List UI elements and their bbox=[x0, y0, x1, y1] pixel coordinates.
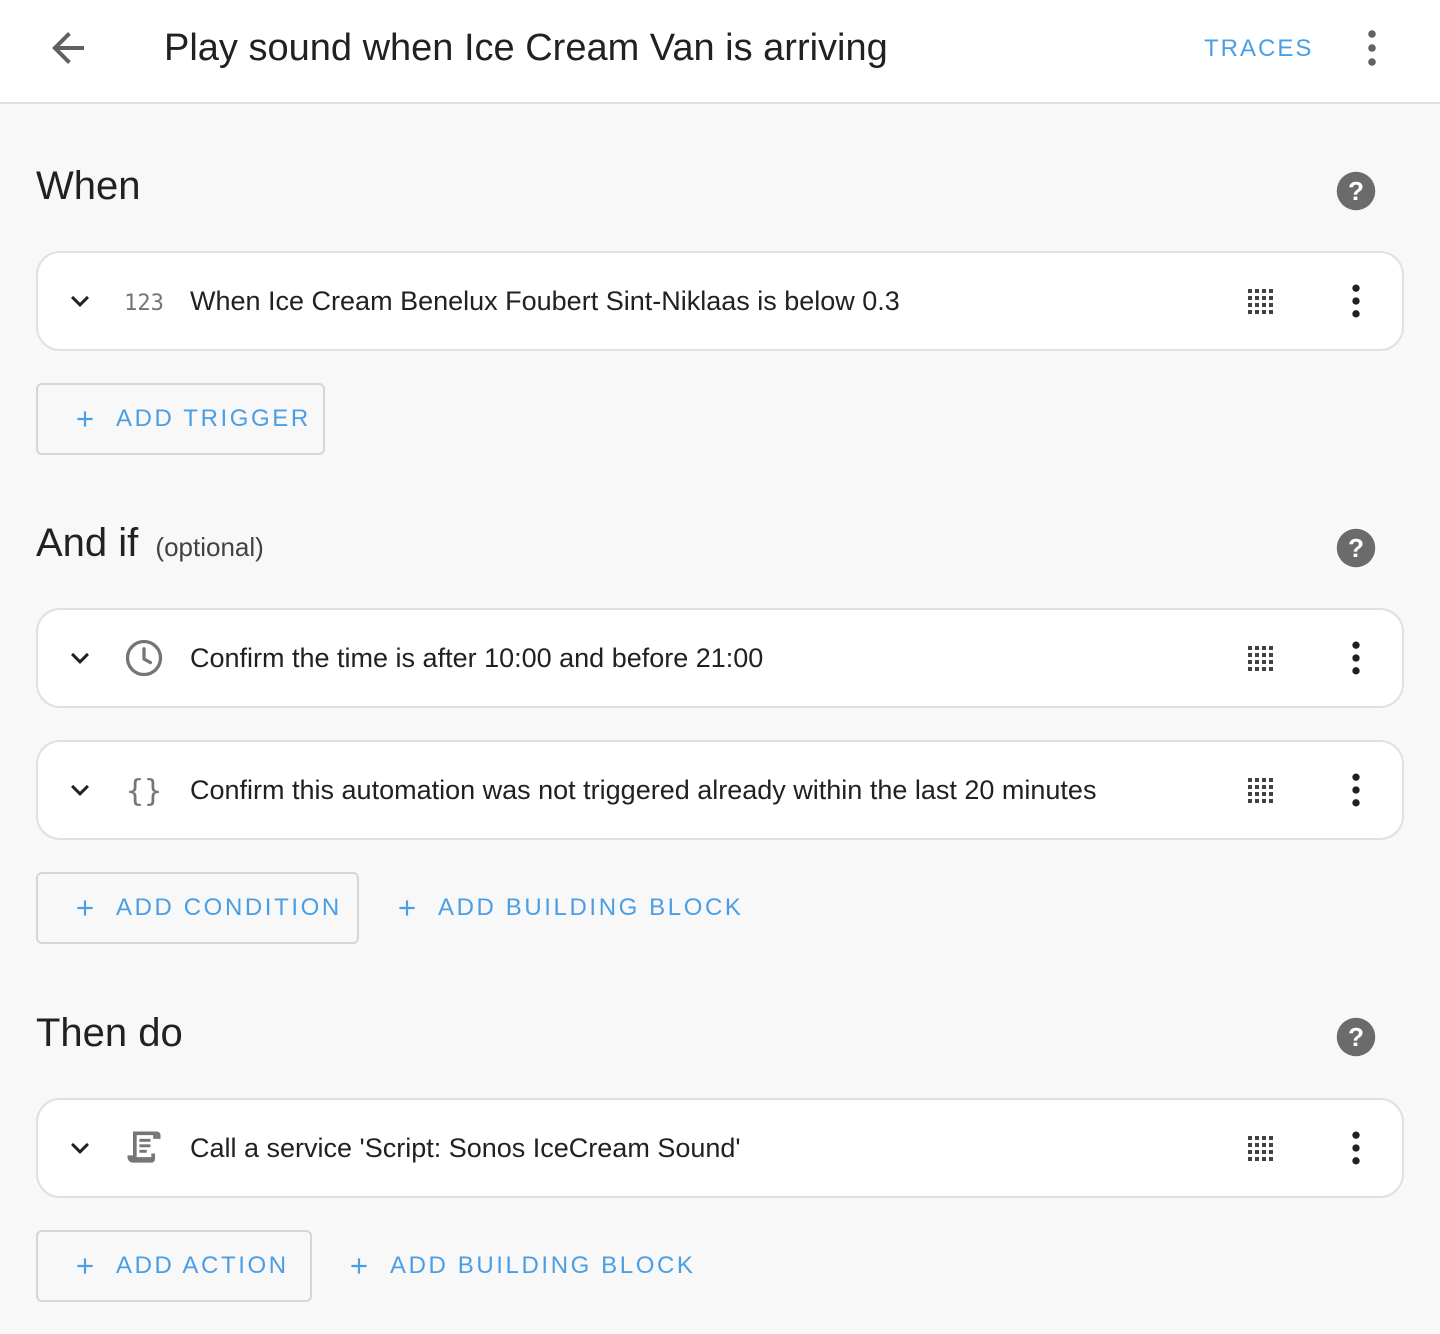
page-title: Play sound when Ice Cream Van is arrivin… bbox=[164, 27, 888, 69]
condition-label: Confirm this automation was not triggere… bbox=[190, 775, 1097, 805]
action-card[interactable]: Call a service 'Script: Sonos IceCream S… bbox=[36, 1098, 1404, 1198]
svg-text:?: ? bbox=[1348, 1022, 1364, 1052]
top-app-bar: Play sound when Ice Cream Van is arrivin… bbox=[0, 0, 1440, 104]
chevron-down-icon[interactable] bbox=[62, 772, 98, 808]
condition-card[interactable]: {} Confirm this automation was not trigg… bbox=[36, 740, 1404, 840]
add-action-button[interactable]: ADD ACTION bbox=[36, 1230, 312, 1302]
plus-icon bbox=[346, 1253, 372, 1279]
add-building-block-label: ADD BUILDING BLOCK bbox=[438, 894, 744, 921]
overflow-menu-icon[interactable] bbox=[1348, 24, 1396, 72]
trigger-label: When Ice Cream Benelux Foubert Sint-Nikl… bbox=[190, 286, 900, 316]
chevron-down-icon[interactable] bbox=[62, 1130, 98, 1166]
numeric-icon: 123 bbox=[122, 279, 166, 323]
add-action-label: ADD ACTION bbox=[116, 1252, 289, 1279]
condition-label: Confirm the time is after 10:00 and befo… bbox=[190, 643, 764, 673]
traces-button[interactable]: TRACES bbox=[1190, 30, 1327, 68]
add-trigger-label: ADD TRIGGER bbox=[116, 405, 311, 432]
chevron-down-icon[interactable] bbox=[62, 283, 98, 319]
svg-text:{}: {} bbox=[126, 774, 162, 809]
item-menu-icon[interactable] bbox=[1334, 768, 1378, 812]
clock-icon bbox=[122, 636, 166, 680]
condition-card[interactable]: Confirm the time is after 10:00 and befo… bbox=[36, 608, 1404, 708]
plus-icon bbox=[72, 1253, 98, 1279]
add-trigger-button[interactable]: ADD TRIGGER bbox=[36, 383, 325, 455]
plus-icon bbox=[394, 895, 420, 921]
drag-handle-icon[interactable] bbox=[1244, 642, 1276, 674]
optional-hint: (optional) bbox=[155, 532, 264, 562]
plus-icon bbox=[72, 406, 98, 432]
item-menu-icon[interactable] bbox=[1334, 279, 1378, 323]
add-building-block-button[interactable]: ADD BUILDING BLOCK bbox=[346, 1230, 696, 1302]
section-title-when: When bbox=[36, 164, 141, 208]
action-label: Call a service 'Script: Sonos IceCream S… bbox=[190, 1133, 741, 1163]
help-icon[interactable]: ? bbox=[1335, 170, 1377, 212]
add-condition-button[interactable]: ADD CONDITION bbox=[36, 872, 359, 944]
section-title-then-do: Then do bbox=[36, 1011, 183, 1055]
drag-handle-icon[interactable] bbox=[1244, 285, 1276, 317]
plus-icon bbox=[72, 895, 98, 921]
drag-handle-icon[interactable] bbox=[1244, 1132, 1276, 1164]
back-arrow-icon[interactable] bbox=[44, 24, 92, 72]
trigger-card[interactable]: 123 When Ice Cream Benelux Foubert Sint-… bbox=[36, 251, 1404, 351]
add-building-block-label: ADD BUILDING BLOCK bbox=[390, 1252, 696, 1279]
and-if-title: And if bbox=[36, 521, 139, 565]
svg-text:123: 123 bbox=[124, 291, 164, 316]
script-icon bbox=[122, 1126, 166, 1170]
svg-text:?: ? bbox=[1348, 533, 1364, 563]
drag-handle-icon[interactable] bbox=[1244, 774, 1276, 806]
item-menu-icon[interactable] bbox=[1334, 636, 1378, 680]
item-menu-icon[interactable] bbox=[1334, 1126, 1378, 1170]
chevron-down-icon[interactable] bbox=[62, 640, 98, 676]
help-icon[interactable]: ? bbox=[1335, 1016, 1377, 1058]
code-braces-icon: {} bbox=[122, 768, 166, 812]
help-icon[interactable]: ? bbox=[1335, 527, 1377, 569]
section-title-and-if: And if (optional) bbox=[36, 521, 264, 566]
add-building-block-button[interactable]: ADD BUILDING BLOCK bbox=[394, 872, 744, 944]
add-condition-label: ADD CONDITION bbox=[116, 894, 342, 921]
svg-text:?: ? bbox=[1348, 176, 1364, 206]
